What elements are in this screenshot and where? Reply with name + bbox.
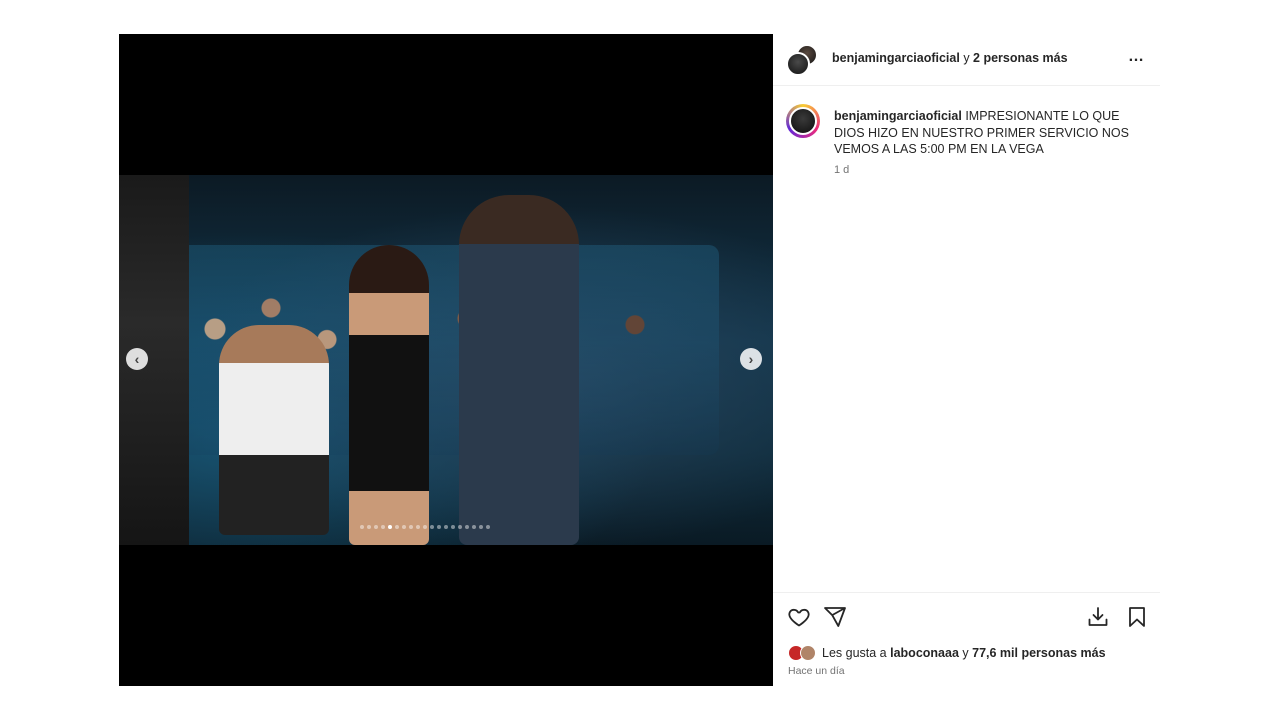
avatar <box>789 107 817 135</box>
carousel-dot <box>381 525 385 529</box>
photo-seated-man <box>219 325 329 535</box>
likes-count-link[interactable]: 77,6 mil personas más <box>972 646 1105 660</box>
likes-connector: y <box>962 646 969 660</box>
likes-prefix: Les gusta a <box>822 646 887 660</box>
collab-avatars[interactable] <box>786 44 818 76</box>
share-icon[interactable] <box>823 605 847 629</box>
post-timestamp[interactable]: Hace un día <box>788 665 845 677</box>
download-icon[interactable] <box>1086 605 1110 629</box>
carousel-dot <box>402 525 406 529</box>
carousel-dot <box>444 525 448 529</box>
author-username-link[interactable]: benjamingarciaoficial <box>832 51 960 65</box>
liker-username-link[interactable]: laboconaaa <box>890 646 959 660</box>
post-photo[interactable] <box>119 175 773 545</box>
post: ‹ › benjamingarciaoficial y 2 personas m… <box>119 34 1160 686</box>
carousel-dot <box>388 525 392 529</box>
carousel-dot <box>395 525 399 529</box>
caption-text: benjamingarciaoficial IMPRESIONANTE LO Q… <box>834 108 1144 158</box>
carousel-next-button[interactable]: › <box>740 348 762 370</box>
carousel-dot <box>374 525 378 529</box>
post-actions: Les gusta a laboconaaa y 77,6 mil person… <box>773 592 1160 687</box>
post-media: ‹ › <box>119 34 773 686</box>
carousel-dot <box>416 525 420 529</box>
authors-connector: y <box>963 51 970 65</box>
carousel-dot <box>360 525 364 529</box>
post-sidebar: benjamingarciaoficial y 2 personas más …… <box>773 34 1160 686</box>
post-header: benjamingarciaoficial y 2 personas más … <box>773 34 1160 86</box>
carousel-dot <box>437 525 441 529</box>
more-options-icon[interactable]: … <box>1128 48 1145 66</box>
carousel-dot <box>423 525 427 529</box>
likes-text: Les gusta a laboconaaa y 77,6 mil person… <box>822 646 1106 660</box>
carousel-dot <box>430 525 434 529</box>
carousel-prev-button[interactable]: ‹ <box>126 348 148 370</box>
caption-age[interactable]: 1 d <box>834 164 849 176</box>
avatar <box>800 645 816 661</box>
carousel-dot <box>486 525 490 529</box>
carousel-dot <box>458 525 462 529</box>
caption-username-link[interactable]: benjamingarciaoficial <box>834 109 962 123</box>
caption-avatar[interactable] <box>786 104 820 138</box>
carousel-dot <box>465 525 469 529</box>
carousel-dot <box>472 525 476 529</box>
carousel-indicator <box>360 525 490 531</box>
bookmark-icon[interactable] <box>1125 605 1149 629</box>
likes-summary: Les gusta a laboconaaa y 77,6 mil person… <box>788 645 1106 661</box>
heart-icon[interactable] <box>787 605 811 629</box>
avatar <box>786 52 810 76</box>
carousel-dot <box>451 525 455 529</box>
photo-woman <box>349 245 429 545</box>
photo-preacher <box>459 195 579 545</box>
other-authors-link[interactable]: 2 personas más <box>973 51 1068 65</box>
carousel-dot <box>409 525 413 529</box>
carousel-dot <box>479 525 483 529</box>
post-authors: benjamingarciaoficial y 2 personas más <box>832 51 1068 65</box>
carousel-dot <box>367 525 371 529</box>
